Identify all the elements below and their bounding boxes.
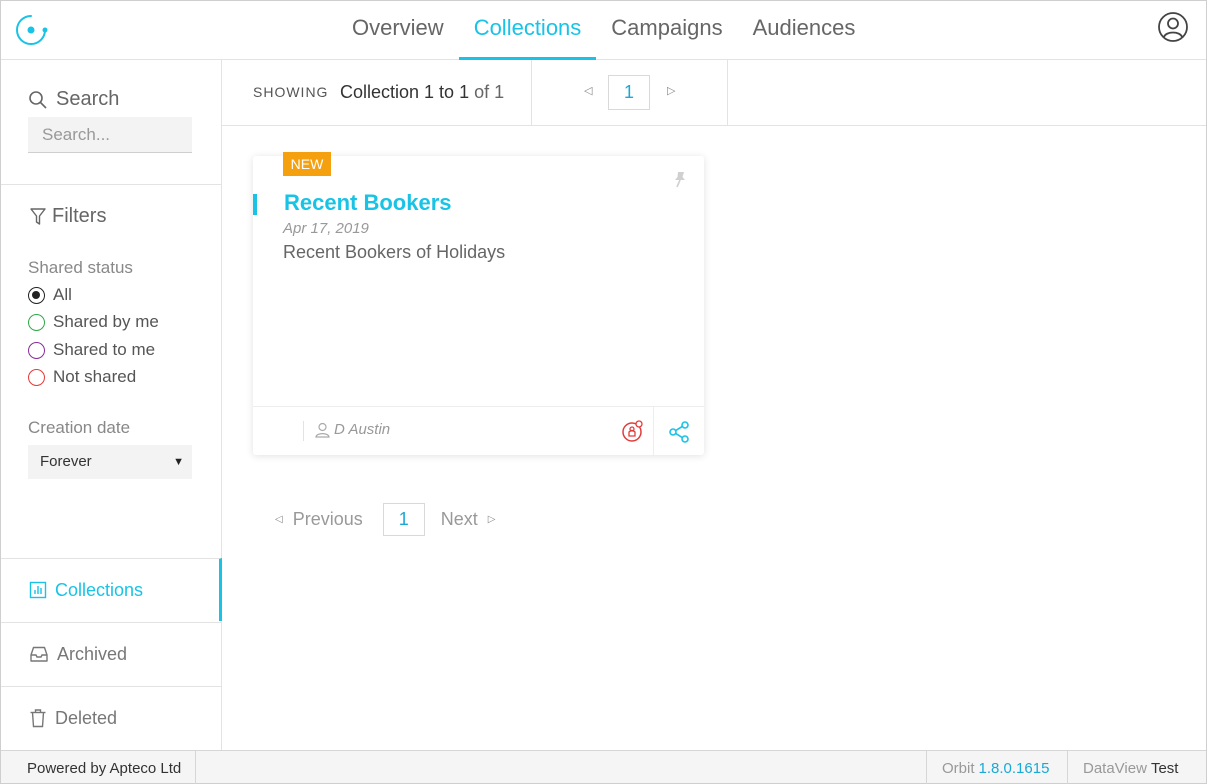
dataview-info: DataView Test bbox=[1083, 760, 1178, 777]
sidebar-item-label: Deleted bbox=[55, 707, 118, 728]
card-date: Apr 17, 2019 bbox=[283, 220, 369, 237]
orbit-label: Orbit bbox=[942, 760, 975, 777]
search-heading: Search bbox=[28, 88, 119, 111]
pin-icon[interactable] bbox=[670, 170, 690, 190]
showing-total: of 1 bbox=[474, 82, 505, 102]
sidebar-item-label: Collections bbox=[55, 579, 144, 600]
next-label: Next bbox=[440, 509, 478, 529]
new-badge: NEW bbox=[283, 152, 331, 176]
sidebar-item-label: Archived bbox=[57, 643, 128, 664]
top-navigation-bar: Overview Collections Campaigns Audiences bbox=[1, 1, 1206, 60]
dataview-env: Test bbox=[1150, 760, 1179, 777]
filter-icon bbox=[30, 207, 46, 225]
footer-divider bbox=[1067, 751, 1068, 784]
radio-not-shared[interactable]: Not shared bbox=[28, 367, 136, 387]
radio-shared-by-me[interactable]: Shared by me bbox=[28, 312, 159, 332]
page-number-input[interactable]: 1 bbox=[608, 75, 650, 110]
filters-heading: Filters bbox=[30, 205, 106, 228]
card-author: D Austin bbox=[315, 421, 390, 438]
tab-audiences[interactable]: Audiences bbox=[738, 1, 871, 60]
main-tabs: Overview Collections Campaigns Audiences bbox=[337, 1, 870, 60]
card-description: Recent Bookers of Holidays bbox=[283, 242, 506, 262]
radio-label: Shared to me bbox=[53, 340, 156, 359]
results-toolbar: SHOWING Collection 1 to 1 of 1 ◁ 1 ▷ bbox=[222, 60, 1206, 126]
not-shared-icon bbox=[622, 420, 643, 442]
footer-divider bbox=[195, 751, 196, 784]
sidebar-item-collections[interactable]: Collections bbox=[1, 558, 222, 621]
showing-count: Collection 1 to 1 of 1 bbox=[340, 82, 504, 103]
powered-by-text[interactable]: Powered by Apteco Ltd bbox=[27, 760, 181, 777]
toolbar-divider bbox=[531, 60, 532, 126]
sidebar-item-deleted[interactable]: Deleted bbox=[1, 686, 222, 749]
status-footer: Powered by Apteco Ltd Orbit 1.8.0.1615 Da… bbox=[1, 750, 1206, 784]
collection-card[interactable]: NEW Recent Bookers Apr 17, 2019 Recent B… bbox=[253, 152, 704, 456]
search-title: Search bbox=[56, 88, 120, 110]
dropdown-arrow-icon: ▼ bbox=[173, 456, 184, 468]
next-page-icon[interactable]: ▷ bbox=[667, 84, 675, 97]
radio-shared-to-me[interactable]: Shared to me bbox=[28, 340, 155, 360]
page-number-button[interactable]: 1 bbox=[382, 503, 425, 536]
sidebar-item-archived[interactable]: Archived bbox=[1, 622, 222, 685]
footer-divider bbox=[303, 421, 304, 441]
trash-icon bbox=[30, 709, 46, 728]
footer-divider bbox=[926, 751, 927, 784]
orbit-logo-icon[interactable] bbox=[14, 13, 48, 47]
author-name: D Austin bbox=[334, 421, 391, 438]
radio-button[interactable] bbox=[28, 313, 45, 331]
radio-label: Shared by me bbox=[53, 312, 159, 331]
user-account-icon[interactable] bbox=[1157, 11, 1189, 43]
showing-range: Collection 1 to 1 bbox=[340, 82, 470, 102]
dataview-label: DataView bbox=[1083, 760, 1147, 777]
filters-title: Filters bbox=[52, 205, 107, 227]
card-title[interactable]: Recent Bookers bbox=[284, 190, 452, 216]
chevron-left-icon: ◁ bbox=[275, 514, 283, 525]
shared-status-label: Shared status bbox=[28, 258, 133, 277]
radio-button[interactable] bbox=[28, 368, 45, 386]
radio-all[interactable]: All bbox=[28, 285, 72, 305]
sidebar: Search Filters Shared status All Shared … bbox=[1, 60, 222, 750]
previous-label: Previous bbox=[292, 509, 363, 529]
toolbar-divider bbox=[727, 60, 728, 126]
radio-label: Not shared bbox=[53, 367, 137, 386]
next-page-button[interactable]: Next ▷ bbox=[441, 509, 496, 530]
tab-collections[interactable]: Collections bbox=[458, 1, 597, 60]
previous-page-button[interactable]: ◁ Previous bbox=[275, 509, 363, 530]
inbox-icon bbox=[30, 646, 48, 662]
creation-date-value: Forever bbox=[40, 453, 92, 470]
chevron-right-icon: ▷ bbox=[487, 514, 496, 525]
chart-icon bbox=[29, 581, 47, 599]
orbit-version-number: 1.8.0.1615 bbox=[978, 760, 1050, 777]
footer-divider bbox=[653, 407, 654, 456]
search-input[interactable] bbox=[28, 117, 192, 153]
tab-overview[interactable]: Overview bbox=[337, 1, 459, 60]
sidebar-divider bbox=[1, 184, 222, 185]
radio-button[interactable] bbox=[28, 341, 45, 359]
creation-date-label: Creation date bbox=[28, 418, 131, 437]
showing-label: SHOWING bbox=[253, 84, 329, 100]
radio-button[interactable] bbox=[28, 286, 45, 304]
user-icon bbox=[315, 422, 330, 438]
card-accent-bar bbox=[253, 194, 257, 215]
card-footer: D Austin bbox=[253, 406, 704, 456]
radio-label: All bbox=[53, 285, 72, 304]
main-content: SHOWING Collection 1 to 1 of 1 ◁ 1 ▷ NEW… bbox=[222, 60, 1206, 750]
orbit-version: Orbit 1.8.0.1615 bbox=[942, 760, 1049, 777]
prev-page-icon[interactable]: ◁ bbox=[584, 84, 592, 97]
bottom-pagination: ◁ Previous 1 Next ▷ bbox=[275, 503, 495, 536]
search-icon bbox=[29, 90, 47, 109]
creation-date-select[interactable]: Forever ▼ bbox=[28, 445, 192, 479]
tab-campaigns[interactable]: Campaigns bbox=[596, 1, 737, 60]
share-icon[interactable] bbox=[667, 420, 691, 444]
